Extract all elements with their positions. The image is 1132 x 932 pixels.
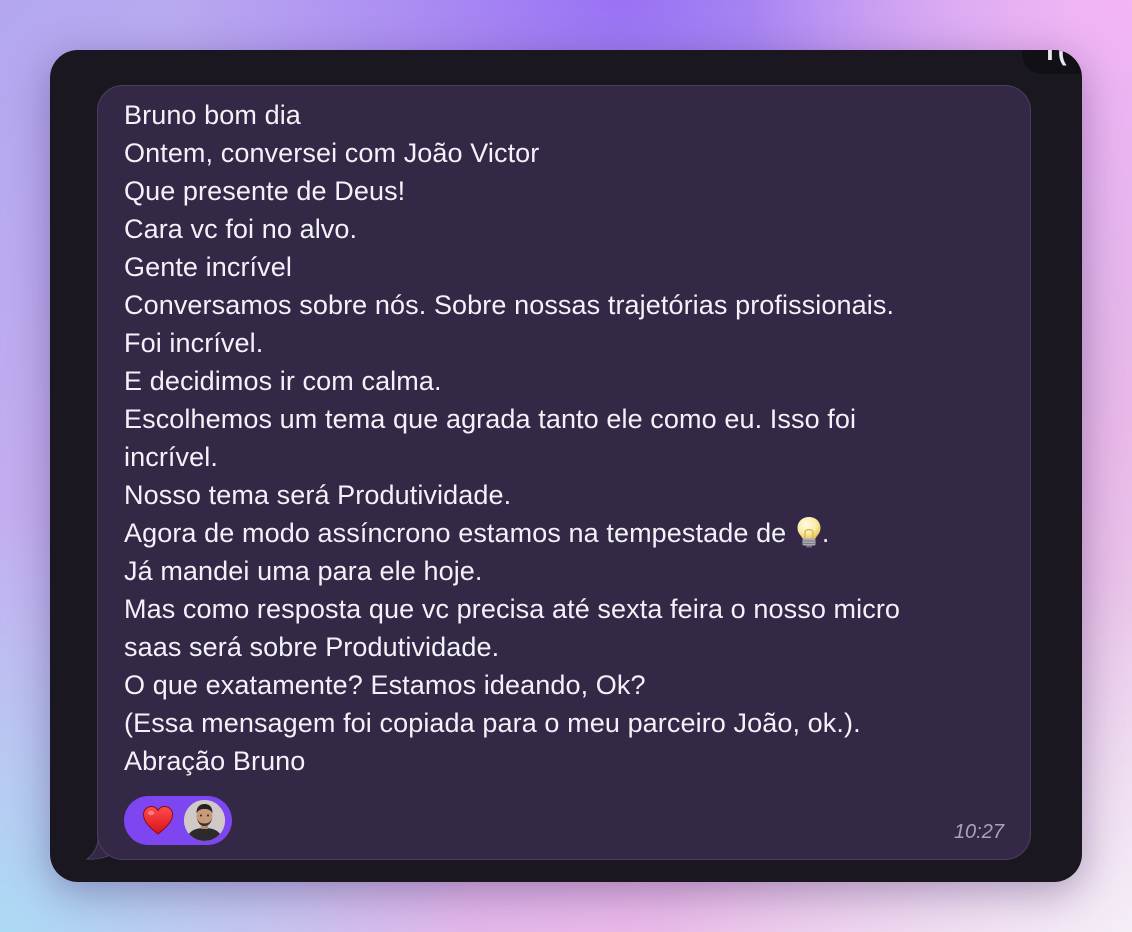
message-line: incrível. bbox=[124, 442, 218, 472]
message-line: Que presente de Deus! bbox=[124, 176, 406, 206]
message-line: Nosso tema será Produtividade. bbox=[124, 480, 512, 510]
message-line: saas será sobre Produtividade. bbox=[124, 632, 500, 662]
avatar-photo bbox=[184, 800, 225, 841]
reactions-pill[interactable] bbox=[124, 796, 232, 845]
message-line: Gente incrível bbox=[124, 252, 292, 282]
message-bubble[interactable]: Bruno bom dia Ontem, conversei com João … bbox=[97, 85, 1031, 860]
message-line: Conversamos sobre nós. Sobre nossas traj… bbox=[124, 290, 895, 320]
previous-message-bubble[interactable]: T( bbox=[1022, 50, 1082, 74]
heart-icon bbox=[142, 805, 174, 835]
message-line: Foi incrível. bbox=[124, 328, 264, 358]
message-line: (Essa mensagem foi copiada para o meu pa… bbox=[124, 708, 861, 738]
lightbulb-icon bbox=[797, 517, 821, 548]
message-line: Ontem, conversei com João Victor bbox=[124, 138, 540, 168]
message-line: Escolhemos um tema que agrada tanto ele … bbox=[124, 404, 857, 434]
message-text: Bruno bom dia Ontem, conversei com João … bbox=[124, 96, 1014, 780]
message-line: Agora de modo assíncrono estamos na temp… bbox=[124, 518, 787, 548]
message-line-suffix: . bbox=[821, 518, 830, 548]
previous-message-text: T( bbox=[1042, 50, 1067, 66]
avatar[interactable] bbox=[184, 800, 225, 841]
message-line: Já mandei uma para ele hoje. bbox=[124, 556, 483, 586]
message-line: O que exatamente? Estamos ideando, Ok? bbox=[124, 670, 646, 700]
message-line: Bruno bom dia bbox=[124, 100, 301, 130]
message-line: E decidimos ir com calma. bbox=[124, 366, 442, 396]
message-timestamp: 10:27 bbox=[953, 821, 1004, 843]
message-line: Mas como resposta que vc precisa até sex… bbox=[124, 594, 901, 624]
message-line: Abração Bruno bbox=[124, 746, 306, 776]
message-line: Cara vc foi no alvo. bbox=[124, 214, 358, 244]
chat-window: T( Bruno bom dia Ontem, conversei com Jo… bbox=[50, 50, 1082, 882]
